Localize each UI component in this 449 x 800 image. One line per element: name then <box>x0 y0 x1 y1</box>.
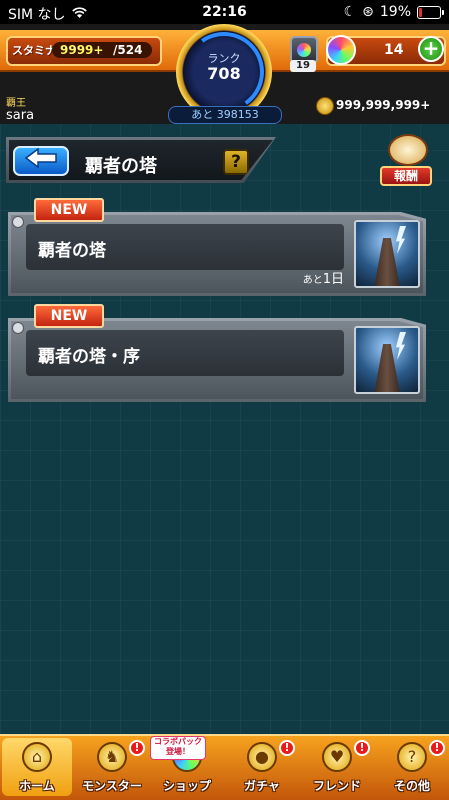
tower-thumbnail <box>354 326 420 394</box>
rotation-lock-icon: ⊛ <box>362 4 374 20</box>
status-bar: SIM なし 22:16 ☾ ⊛ 19% <box>0 0 449 24</box>
quest-card[interactable]: 覇者の塔・序 NEW <box>8 304 426 402</box>
battery-icon <box>417 5 444 19</box>
add-orb-button[interactable]: + <box>418 36 444 62</box>
game-header: スタミナ 9999+ /524 ランク 708 あと 398153 19 14 … <box>0 24 449 124</box>
stamina-gauge[interactable]: スタミナ 9999+ /524 <box>6 36 162 66</box>
alert-icon: ! <box>354 740 370 756</box>
gold-coin-icon <box>316 97 334 115</box>
orb-counter[interactable]: 14 + <box>326 35 446 66</box>
stamina-max: /524 <box>113 43 143 57</box>
new-tag: NEW <box>34 198 104 222</box>
nav-label: ショップ <box>162 779 211 793</box>
nav-other[interactable]: ? ! その他 <box>375 736 449 798</box>
battery-percent: 19% <box>379 4 411 20</box>
page-title: 覇者の塔 <box>85 156 157 177</box>
nav-gacha[interactable]: ● ! ガチャ <box>225 736 299 798</box>
rank-value: 708 <box>207 64 241 83</box>
friend-icon: ♥ <box>322 742 352 772</box>
quest-card[interactable]: 覇者の塔 あと1日 NEW <box>8 198 426 296</box>
quest-remaining: あと1日 <box>302 272 344 287</box>
collab-pack-badge: コラボパック登場！ <box>150 736 206 760</box>
alert-icon: ! <box>129 740 145 756</box>
alert-icon: ! <box>279 740 295 756</box>
player-title: 覇王 <box>6 98 26 109</box>
tower-thumbnail <box>354 220 420 288</box>
help-button[interactable]: ? <box>223 149 249 175</box>
gold-amount: 999,999,999+ <box>336 98 431 112</box>
lightning-icon <box>396 332 406 360</box>
pin-icon <box>12 322 24 334</box>
tower-icon <box>374 344 400 392</box>
pin-icon <box>12 216 24 228</box>
gacha-icon: ● <box>247 742 277 772</box>
lantern-item[interactable]: 19 <box>286 36 318 72</box>
tower-icon <box>374 238 400 286</box>
stamina-label: スタミナ <box>12 44 56 57</box>
home-icon: ⌂ <box>22 742 52 772</box>
page-title-bar: 覇者の塔 ? <box>6 137 276 183</box>
nav-label: ガチャ <box>244 779 280 793</box>
battery-level <box>419 7 422 17</box>
orb-icon <box>326 35 356 65</box>
lantern-count: 19 <box>290 60 316 72</box>
exp-remaining: あと 398153 <box>168 106 282 124</box>
nav-monster[interactable]: ♞ ! モンスター <box>75 736 149 798</box>
nav-home[interactable]: ⌂ ホーム <box>0 736 74 798</box>
lightning-icon <box>396 226 406 254</box>
reward-button[interactable]: 報酬 <box>378 132 434 190</box>
bottom-nav: ⌂ ホーム ♞ ! モンスター ショップ ● ! ガチャ ♥ ! フレンド ? … <box>0 734 449 800</box>
monster-icon: ♞ <box>97 742 127 772</box>
moon-icon: ☾ <box>343 4 357 20</box>
alert-icon: ! <box>429 740 445 756</box>
new-tag: NEW <box>34 304 104 328</box>
orb-count: 14 <box>384 42 404 58</box>
quest-name: 覇者の塔 <box>38 241 106 261</box>
nav-label: その他 <box>393 779 430 793</box>
stamina-value: 9999+ <box>60 43 104 57</box>
quest-name: 覇者の塔・序 <box>38 347 140 367</box>
nav-label: フレンド <box>312 779 361 793</box>
nav-label: モンスター <box>82 779 142 793</box>
reward-icon <box>388 134 428 166</box>
nav-friend[interactable]: ♥ ! フレンド <box>300 736 374 798</box>
nav-label: ホーム <box>19 779 55 793</box>
username: sara <box>6 108 35 123</box>
reward-label: 報酬 <box>380 166 432 186</box>
other-icon: ? <box>397 742 427 772</box>
back-button[interactable] <box>13 146 69 176</box>
